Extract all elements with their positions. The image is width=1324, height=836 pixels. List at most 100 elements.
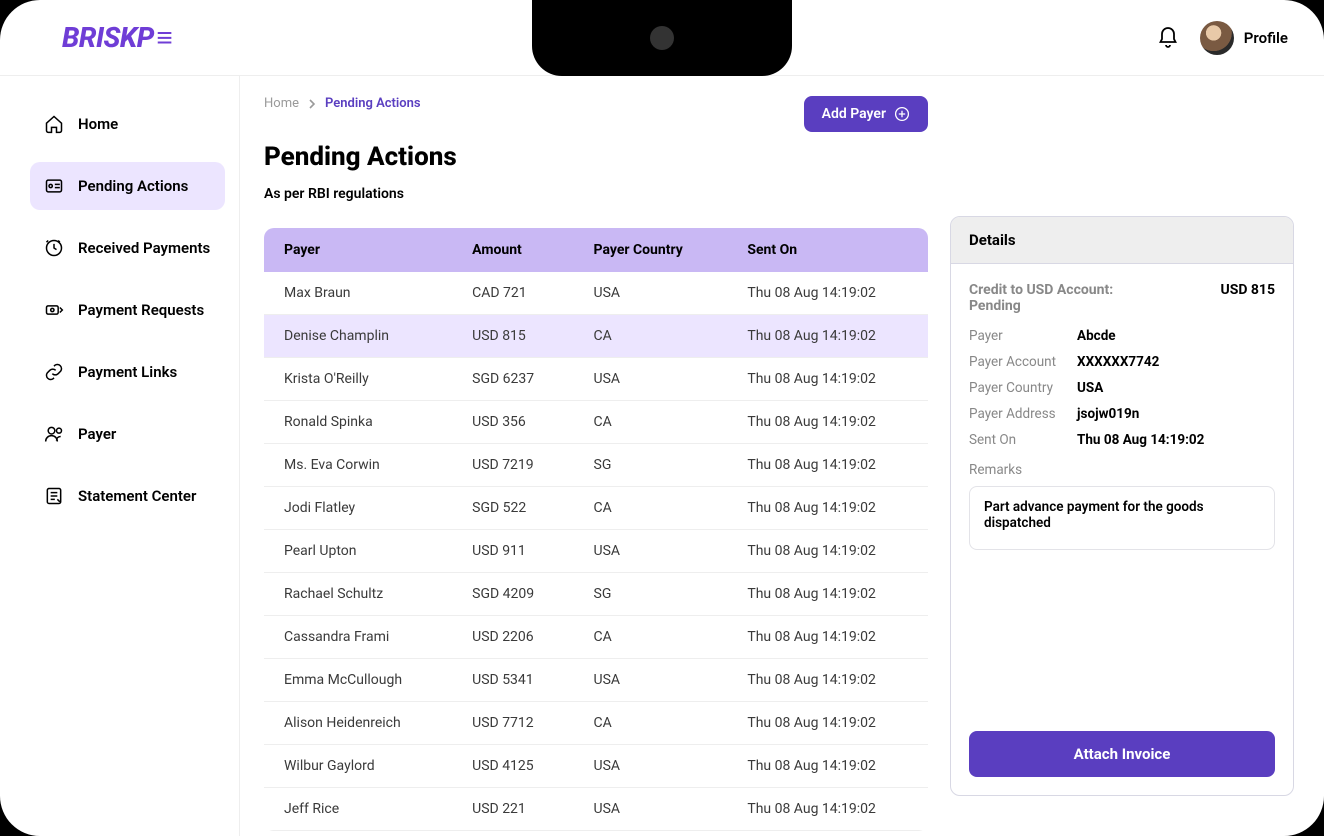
cell-sent: Thu 08 Aug 14:19:02	[727, 487, 928, 530]
cell-sent: Thu 08 Aug 14:19:02	[727, 745, 928, 788]
sidebar-item-label: Payment Links	[78, 363, 177, 381]
table-row[interactable]: Emma McCulloughUSD 5341USAThu 08 Aug 14:…	[264, 659, 928, 702]
cell-sent: Thu 08 Aug 14:19:02	[727, 616, 928, 659]
cell-amount: USD 5341	[452, 659, 573, 702]
cell-amount: USD 2206	[452, 616, 573, 659]
content-column: Home Pending Actions Add Payer Pending A…	[264, 96, 928, 836]
main-area: Home Pending Actions Add Payer Pending A…	[240, 76, 1324, 836]
cell-payer: Denise Champlin	[264, 315, 452, 358]
sidebar-item-payer[interactable]: Payer	[30, 410, 225, 458]
cell-country: CA	[574, 616, 728, 659]
cell-payer: Max Braun	[264, 272, 452, 315]
kv-sent: Sent OnThu 08 Aug 14:19:02	[969, 432, 1275, 448]
cell-amount: USD 911	[452, 530, 573, 573]
table-body: Max BraunCAD 721USAThu 08 Aug 14:19:02De…	[264, 272, 928, 831]
cell-sent: Thu 08 Aug 14:19:02	[727, 573, 928, 616]
logo[interactable]: BRISKP≡	[62, 21, 175, 54]
app-frame: BRISKP≡ Profile Home Pending Actions Recei…	[0, 0, 1324, 836]
table-row[interactable]: Max BraunCAD 721USAThu 08 Aug 14:19:02	[264, 272, 928, 315]
credit-amount: USD 815	[1220, 282, 1275, 314]
profile-link[interactable]: Profile	[1200, 21, 1288, 55]
cell-sent: Thu 08 Aug 14:19:02	[727, 659, 928, 702]
sidebar: Home Pending Actions Received Payments Paym…	[0, 76, 240, 836]
sidebar-item-home[interactable]: Home	[30, 100, 225, 148]
remarks-box[interactable]: Part advance payment for the goods dispa…	[969, 486, 1275, 550]
bell-icon[interactable]	[1156, 26, 1180, 50]
sidebar-item-pending-actions[interactable]: Pending Actions	[30, 162, 225, 210]
cell-country: CA	[574, 487, 728, 530]
cell-country: SG	[574, 573, 728, 616]
cell-amount: SGD 522	[452, 487, 573, 530]
cell-payer: Cassandra Frami	[264, 616, 452, 659]
table-row[interactable]: Cassandra FramiUSD 2206CAThu 08 Aug 14:1…	[264, 616, 928, 659]
pending-icon	[44, 176, 64, 196]
cell-amount: USD 7712	[452, 702, 573, 745]
cell-amount: CAD 721	[452, 272, 573, 315]
table-row[interactable]: Ronald SpinkaUSD 356CAThu 08 Aug 14:19:0…	[264, 401, 928, 444]
details-body: Credit to USD Account: Pending USD 815 P…	[951, 264, 1293, 795]
table-row[interactable]: Krista O'ReillySGD 6237USAThu 08 Aug 14:…	[264, 358, 928, 401]
table-row[interactable]: Pearl UptonUSD 911USAThu 08 Aug 14:19:02	[264, 530, 928, 573]
cell-amount: USD 4125	[452, 745, 573, 788]
cell-payer: Jodi Flatley	[264, 487, 452, 530]
cell-country: CA	[574, 401, 728, 444]
table-row[interactable]: Rachael SchultzSGD 4209SGThu 08 Aug 14:1…	[264, 573, 928, 616]
sidebar-item-label: Payment Requests	[78, 301, 204, 319]
sidebar-item-received-payments[interactable]: Received Payments	[30, 224, 225, 272]
cell-payer: Jeff Rice	[264, 788, 452, 831]
credit-row: Credit to USD Account: Pending USD 815	[969, 282, 1275, 314]
sidebar-item-payment-links[interactable]: Payment Links	[30, 348, 225, 396]
cell-payer: Wilbur Gaylord	[264, 745, 452, 788]
table-row[interactable]: Jodi FlatleySGD 522CAThu 08 Aug 14:19:02	[264, 487, 928, 530]
crumbs-row: Home Pending Actions Add Payer	[264, 96, 928, 132]
table-wrap: Payer Amount Payer Country Sent On Max B…	[264, 228, 928, 831]
table-row[interactable]: Jeff RiceUSD 221USAThu 08 Aug 14:19:02	[264, 788, 928, 831]
cell-country: USA	[574, 659, 728, 702]
sidebar-item-statement-center[interactable]: Statement Center	[30, 472, 225, 520]
sidebar-item-label: Pending Actions	[78, 177, 188, 195]
cell-payer: Ronald Spinka	[264, 401, 452, 444]
sidebar-item-label: Received Payments	[78, 239, 210, 257]
cell-amount: SGD 4209	[452, 573, 573, 616]
sidebar-item-label: Payer	[78, 425, 116, 443]
table-row[interactable]: Wilbur GaylordUSD 4125USAThu 08 Aug 14:1…	[264, 745, 928, 788]
table-row[interactable]: Denise ChamplinUSD 815CAThu 08 Aug 14:19…	[264, 315, 928, 358]
breadcrumb-home[interactable]: Home	[264, 96, 299, 111]
kv-payer: PayerAbcde	[969, 328, 1275, 344]
breadcrumb: Home Pending Actions	[264, 96, 421, 111]
home-icon	[44, 114, 64, 134]
cell-payer: Krista O'Reilly	[264, 358, 452, 401]
requests-icon	[44, 300, 64, 320]
cell-country: USA	[574, 272, 728, 315]
cell-payer: Alison Heidenreich	[264, 702, 452, 745]
cell-country: USA	[574, 358, 728, 401]
sidebar-item-payment-requests[interactable]: Payment Requests	[30, 286, 225, 334]
body-row: Home Pending Actions Received Payments Paym…	[0, 76, 1324, 836]
links-icon	[44, 362, 64, 382]
page-subtitle: As per RBI regulations	[264, 186, 928, 202]
table-row[interactable]: Alison HeidenreichUSD 7712CAThu 08 Aug 1…	[264, 702, 928, 745]
add-payer-label: Add Payer	[822, 106, 886, 122]
page-title: Pending Actions	[264, 142, 928, 172]
details-header: Details	[951, 217, 1293, 264]
cell-amount: SGD 6237	[452, 358, 573, 401]
chevron-right-icon	[307, 99, 317, 109]
cell-payer: Pearl Upton	[264, 530, 452, 573]
cell-sent: Thu 08 Aug 14:19:02	[727, 401, 928, 444]
cell-payer: Ms. Eva Corwin	[264, 444, 452, 487]
device-notch	[532, 0, 792, 76]
cell-country: USA	[574, 530, 728, 573]
profile-label: Profile	[1244, 29, 1288, 47]
add-payer-button[interactable]: Add Payer	[804, 96, 928, 132]
remarks-label: Remarks	[969, 462, 1275, 478]
cell-sent: Thu 08 Aug 14:19:02	[727, 530, 928, 573]
logo-suffix: P≡	[137, 21, 175, 54]
logo-prefix: BRISK	[62, 21, 137, 54]
cell-country: USA	[574, 745, 728, 788]
table-row[interactable]: Ms. Eva CorwinUSD 7219SGThu 08 Aug 14:19…	[264, 444, 928, 487]
cell-country: CA	[574, 315, 728, 358]
details-panel: Details Credit to USD Account: Pending U…	[950, 216, 1294, 796]
cell-sent: Thu 08 Aug 14:19:02	[727, 702, 928, 745]
attach-invoice-button[interactable]: Attach Invoice	[969, 731, 1275, 777]
cell-amount: USD 815	[452, 315, 573, 358]
